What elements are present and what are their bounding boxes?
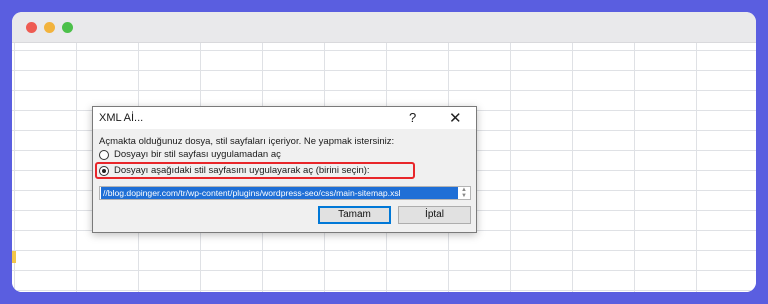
radio-label-with-stylesheet: Dosyayı aşağıdaki stil sayfasını uygulay… xyxy=(114,165,370,176)
close-icon[interactable]: ✕ xyxy=(449,109,462,127)
cancel-button[interactable]: İptal xyxy=(398,206,471,224)
list-scroll-arrows-icon[interactable]: ▲ ▼ xyxy=(459,187,469,199)
minimize-window-button[interactable] xyxy=(44,22,55,33)
close-window-button[interactable] xyxy=(26,22,37,33)
app-window: XML Aİ... ? ✕ Açmakta olduğunuz dosya, s… xyxy=(12,12,756,292)
help-icon[interactable]: ? xyxy=(409,110,416,125)
ok-button[interactable]: Tamam xyxy=(318,206,391,224)
dialog-titlebar: XML Aİ... ? ✕ xyxy=(93,107,476,129)
dialog-title: XML Aİ... xyxy=(99,112,144,124)
maximize-window-button[interactable] xyxy=(62,22,73,33)
dialog-message: Açmakta olduğunuz dosya, stil sayfaları … xyxy=(99,136,395,147)
selected-cell-indicator xyxy=(12,251,16,263)
radio-label-no-stylesheet: Dosyayı bir stil sayfası uygulamadan aç xyxy=(114,149,281,160)
stylesheet-list-item[interactable]: //blog.dopinger.com/tr/wp-content/plugin… xyxy=(101,187,458,199)
window-titlebar xyxy=(12,12,756,43)
stylesheet-listbox[interactable]: //blog.dopinger.com/tr/wp-content/plugin… xyxy=(99,186,471,200)
radio-button-checked-icon[interactable] xyxy=(99,166,109,176)
xml-open-dialog: XML Aİ... ? ✕ Açmakta olduğunuz dosya, s… xyxy=(92,106,477,233)
radio-button-icon[interactable] xyxy=(99,150,109,160)
